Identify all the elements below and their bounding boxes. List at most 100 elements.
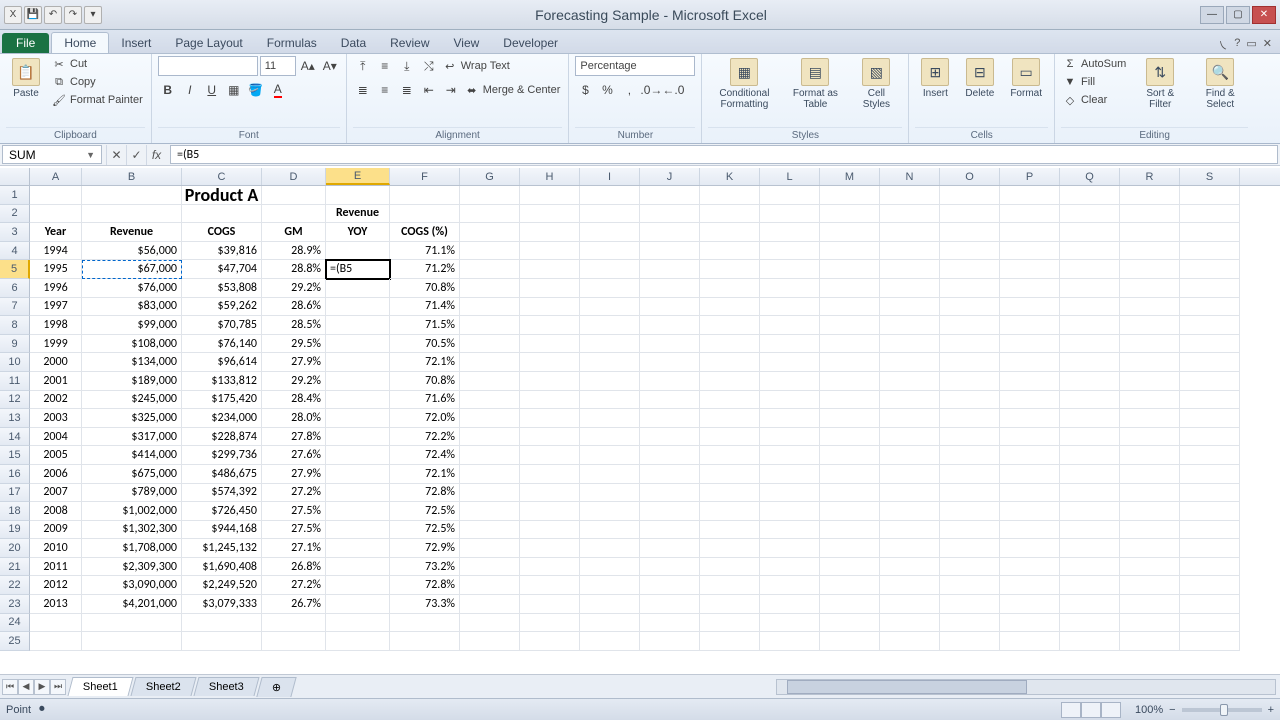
cell[interactable] bbox=[880, 260, 940, 279]
column-header-R[interactable]: R bbox=[1120, 168, 1180, 185]
cell[interactable] bbox=[1060, 446, 1120, 465]
cell[interactable]: $675,000 bbox=[82, 465, 182, 484]
cell[interactable] bbox=[700, 539, 760, 558]
cell[interactable]: $39,816 bbox=[182, 242, 262, 261]
row-header[interactable]: 5 bbox=[0, 260, 30, 279]
cell[interactable] bbox=[760, 521, 820, 540]
tab-review[interactable]: Review bbox=[378, 33, 441, 53]
cell[interactable] bbox=[880, 558, 940, 577]
cell[interactable]: 72.2% bbox=[390, 428, 460, 447]
cell[interactable]: $299,736 bbox=[182, 446, 262, 465]
sheet-tab-sheet3[interactable]: Sheet3 bbox=[193, 677, 259, 696]
cell[interactable] bbox=[880, 409, 940, 428]
cell[interactable] bbox=[880, 205, 940, 224]
row-header[interactable]: 23 bbox=[0, 595, 30, 614]
cell[interactable] bbox=[390, 205, 460, 224]
cell[interactable] bbox=[460, 595, 520, 614]
cell[interactable] bbox=[460, 539, 520, 558]
cell[interactable] bbox=[760, 614, 820, 633]
row-header[interactable]: 16 bbox=[0, 465, 30, 484]
cell[interactable]: $1,690,408 bbox=[182, 558, 262, 577]
sheet-tab-sheet2[interactable]: Sheet2 bbox=[130, 677, 196, 696]
cell[interactable] bbox=[1060, 576, 1120, 595]
cell[interactable]: $47,704 bbox=[182, 260, 262, 279]
cell[interactable] bbox=[326, 335, 390, 354]
cell[interactable] bbox=[1180, 242, 1240, 261]
row-header[interactable]: 9 bbox=[0, 335, 30, 354]
zoom-slider[interactable] bbox=[1182, 708, 1262, 712]
sheet-nav-prev-icon[interactable]: ◀ bbox=[18, 679, 34, 695]
cell[interactable] bbox=[1000, 391, 1060, 410]
cell[interactable] bbox=[460, 502, 520, 521]
row-header[interactable]: 7 bbox=[0, 298, 30, 317]
column-header-C[interactable]: C bbox=[182, 168, 262, 185]
cell[interactable] bbox=[1060, 632, 1120, 651]
cell[interactable] bbox=[580, 186, 640, 205]
paste-button[interactable]: 📋 Paste bbox=[6, 56, 46, 101]
cell[interactable] bbox=[760, 502, 820, 521]
enter-formula-icon[interactable]: ✓ bbox=[126, 145, 146, 165]
cell[interactable] bbox=[1180, 372, 1240, 391]
cell[interactable]: 72.8% bbox=[390, 484, 460, 503]
increase-indent-icon[interactable]: ⇥ bbox=[441, 80, 461, 100]
cell[interactable]: 2009 bbox=[30, 521, 82, 540]
zoom-out-icon[interactable]: − bbox=[1169, 704, 1175, 716]
cell[interactable] bbox=[1000, 260, 1060, 279]
row-header[interactable]: 4 bbox=[0, 242, 30, 261]
cell[interactable] bbox=[700, 465, 760, 484]
cell[interactable] bbox=[1060, 242, 1120, 261]
column-header-S[interactable]: S bbox=[1180, 168, 1240, 185]
cell[interactable]: 71.2% bbox=[390, 260, 460, 279]
cell[interactable] bbox=[700, 614, 760, 633]
cell[interactable]: 2013 bbox=[30, 595, 82, 614]
cell[interactable] bbox=[1120, 576, 1180, 595]
cell[interactable]: COGS (%) bbox=[390, 223, 460, 242]
cell[interactable] bbox=[520, 595, 580, 614]
cell[interactable] bbox=[940, 595, 1000, 614]
cell[interactable] bbox=[760, 335, 820, 354]
accounting-format-icon[interactable]: $ bbox=[575, 80, 595, 100]
row-header[interactable]: 8 bbox=[0, 316, 30, 335]
cell[interactable] bbox=[820, 465, 880, 484]
row-header[interactable]: 20 bbox=[0, 539, 30, 558]
cell[interactable] bbox=[700, 279, 760, 298]
cell[interactable] bbox=[640, 521, 700, 540]
insert-function-icon[interactable]: fx bbox=[146, 145, 166, 165]
cell[interactable] bbox=[460, 632, 520, 651]
cell[interactable] bbox=[1060, 391, 1120, 410]
cell[interactable] bbox=[640, 279, 700, 298]
cell[interactable] bbox=[1180, 539, 1240, 558]
cell[interactable]: $414,000 bbox=[82, 446, 182, 465]
cell[interactable]: 1996 bbox=[30, 279, 82, 298]
cell[interactable] bbox=[1000, 502, 1060, 521]
cell[interactable] bbox=[520, 576, 580, 595]
fill-color-icon[interactable]: 🪣 bbox=[246, 80, 266, 100]
cell[interactable] bbox=[940, 539, 1000, 558]
cell[interactable] bbox=[326, 316, 390, 335]
cell[interactable] bbox=[580, 521, 640, 540]
cell[interactable] bbox=[820, 428, 880, 447]
cell[interactable] bbox=[880, 186, 940, 205]
cell[interactable] bbox=[460, 614, 520, 633]
cell[interactable] bbox=[82, 632, 182, 651]
cell[interactable] bbox=[262, 186, 326, 205]
cell[interactable] bbox=[1000, 316, 1060, 335]
cell[interactable] bbox=[1120, 446, 1180, 465]
copy-button[interactable]: ⧉Copy bbox=[50, 74, 145, 90]
cell[interactable] bbox=[700, 260, 760, 279]
cell[interactable]: $317,000 bbox=[82, 428, 182, 447]
new-sheet-button[interactable]: ⊕ bbox=[256, 677, 297, 697]
cell[interactable] bbox=[940, 353, 1000, 372]
cell[interactable] bbox=[326, 391, 390, 410]
cell[interactable] bbox=[880, 632, 940, 651]
percent-format-icon[interactable]: % bbox=[597, 80, 617, 100]
cell[interactable] bbox=[700, 521, 760, 540]
cell[interactable] bbox=[1060, 595, 1120, 614]
cell[interactable]: 72.1% bbox=[390, 465, 460, 484]
cell[interactable]: 28.9% bbox=[262, 242, 326, 261]
cell[interactable] bbox=[460, 446, 520, 465]
cell[interactable] bbox=[1120, 372, 1180, 391]
cell[interactable] bbox=[580, 632, 640, 651]
cell[interactable] bbox=[520, 446, 580, 465]
row-header[interactable]: 10 bbox=[0, 353, 30, 372]
